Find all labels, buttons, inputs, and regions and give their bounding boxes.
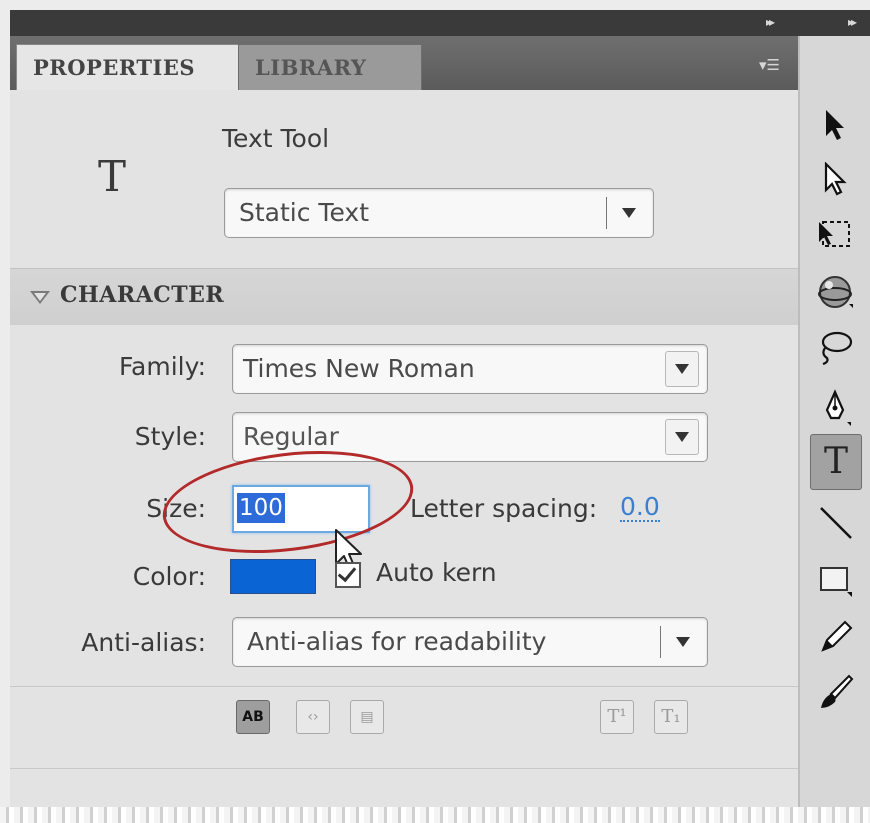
free-transform-tool-button[interactable] (810, 208, 860, 262)
text-type-value: Static Text (239, 198, 369, 227)
superscript-icon: T¹ (607, 706, 627, 727)
chevron-down-icon[interactable] (665, 351, 699, 387)
rectangle-icon (820, 567, 852, 597)
subscript-icon: T₁ (661, 706, 681, 727)
superscript-button[interactable]: T¹ (600, 700, 634, 734)
text-color-swatch[interactable] (230, 559, 316, 594)
color-label: Color: (132, 562, 206, 591)
panel-tab-bar: PROPERTIES LIBRARY ▾☰ (10, 36, 798, 91)
collapse-toolbar-icon[interactable]: ▸▸ (848, 15, 857, 29)
section-title: CHARACTER (60, 282, 225, 308)
chevron-down-icon[interactable] (665, 419, 699, 455)
brush-tool-button[interactable] (810, 664, 860, 718)
family-label: Family: (118, 352, 206, 381)
show-border-button[interactable]: ▤ (350, 700, 384, 734)
tool-name: Text Tool (222, 124, 330, 153)
rectangle-tool-button[interactable] (810, 552, 860, 606)
subscript-button[interactable]: T₁ (654, 700, 688, 734)
properties-panel-window: ▸▸ ▸▸ PROPERTIES LIBRARY ▾☰ T Text Tool … (0, 0, 870, 823)
letter-spacing-label: Letter spacing: (410, 494, 598, 523)
pen-tool-button[interactable] (810, 380, 860, 434)
anti-alias-label: Anti-alias: (81, 628, 206, 657)
text-type-dropdown[interactable]: Static Text (224, 188, 654, 238)
torn-edge-decoration (0, 807, 870, 823)
style-label: Style: (134, 422, 206, 451)
selectable-text-button[interactable]: AB (236, 700, 270, 734)
text-tool-icon: T (98, 152, 127, 201)
pencil-icon (821, 620, 853, 652)
auto-kern-checkbox[interactable] (335, 562, 361, 588)
lasso-tool-button[interactable] (810, 318, 860, 372)
collapse-triangle-icon[interactable] (30, 291, 50, 304)
lasso-icon (821, 331, 853, 366)
anti-alias-dropdown[interactable]: Anti-alias for readability (232, 617, 708, 667)
border-box-icon: ▤ (360, 709, 374, 725)
font-family-value: Times New Roman (243, 354, 475, 383)
free-transform-icon (819, 221, 850, 247)
arrow-icon (826, 110, 844, 140)
pencil-tool-button[interactable] (810, 608, 860, 662)
subselection-tool-button[interactable] (810, 154, 860, 208)
3d-rotation-tool-button[interactable] (810, 264, 860, 318)
character-section-header[interactable]: CHARACTER (10, 268, 798, 325)
section-divider (10, 768, 798, 769)
text-tool-button[interactable]: T (810, 434, 862, 490)
html-tags-icon: ‹› (307, 709, 319, 725)
render-html-button[interactable]: ‹› (296, 700, 330, 734)
pen-nib-icon (825, 389, 851, 426)
tab-properties[interactable]: PROPERTIES (16, 44, 242, 91)
sphere-icon (818, 276, 853, 308)
font-family-dropdown[interactable]: Times New Roman (232, 344, 708, 394)
text-t-icon: T (823, 441, 848, 482)
tab-library[interactable]: LIBRARY (238, 44, 422, 91)
line-tool-button[interactable] (810, 494, 860, 548)
panel-title-strip: ▸▸ ▸▸ (10, 10, 870, 36)
letter-spacing-value[interactable]: 0.0 (620, 494, 660, 522)
panel-menu-icon[interactable]: ▾☰ (759, 56, 780, 74)
chevron-down-icon[interactable] (667, 624, 699, 660)
auto-kern-label: Auto kern (376, 558, 497, 587)
line-icon (820, 507, 852, 539)
tools-toolbar: T (798, 36, 870, 823)
hollow-arrow-icon (824, 162, 847, 196)
brush-icon (821, 674, 854, 708)
anti-alias-value: Anti-alias for readability (247, 627, 547, 656)
selection-tool-button[interactable] (810, 100, 860, 154)
section-divider (10, 686, 798, 687)
collapse-panel-icon[interactable]: ▸▸ (766, 15, 775, 29)
chevron-down-icon[interactable] (613, 195, 645, 231)
